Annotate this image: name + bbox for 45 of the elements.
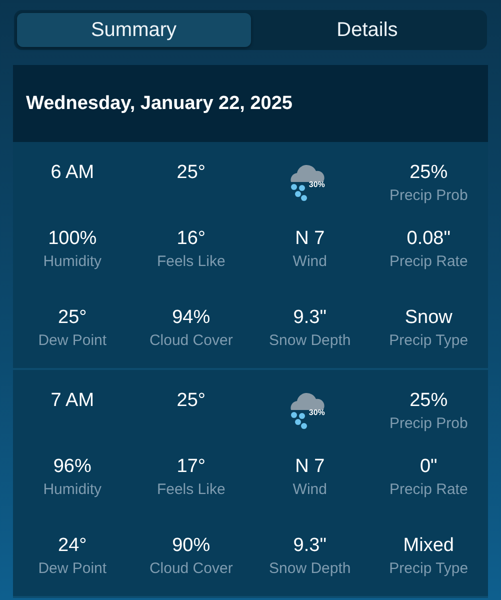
date-heading: Wednesday, January 22, 2025 bbox=[13, 65, 488, 142]
value-label: Precip Type bbox=[389, 559, 468, 579]
value-text: 9.3" bbox=[293, 307, 326, 329]
value-text: N 7 bbox=[295, 456, 325, 478]
value-text: 96% bbox=[53, 456, 92, 478]
value-label: Snow Depth bbox=[269, 331, 351, 351]
value-text: 16° bbox=[176, 228, 206, 250]
value-label: Precip Type bbox=[389, 331, 468, 351]
value-label: Wind bbox=[292, 480, 327, 500]
value-text: 90% bbox=[172, 535, 210, 557]
value-text: 0" bbox=[420, 456, 438, 478]
value-text: 100% bbox=[48, 228, 97, 250]
value-text: 25° bbox=[176, 390, 206, 412]
value-text: 94% bbox=[172, 307, 210, 329]
value-label: Humidity bbox=[43, 252, 102, 272]
value-text: 6 AM bbox=[50, 162, 94, 184]
value-label: Dew Point bbox=[38, 559, 107, 579]
value-label: Feels Like bbox=[156, 480, 226, 500]
value-label: Precip Prob bbox=[389, 414, 468, 434]
value-text: 25% bbox=[410, 162, 448, 184]
value-label: Cloud Cover bbox=[149, 559, 233, 579]
chance-text: 30% bbox=[308, 180, 325, 189]
value-text: 9.3" bbox=[293, 535, 326, 557]
value-label: Humidity bbox=[43, 480, 102, 500]
value-label: Snow Depth bbox=[269, 559, 351, 579]
chance-text: 30% bbox=[308, 408, 325, 417]
value-label: Precip Rate bbox=[389, 252, 468, 272]
value-label: Precip Rate bbox=[389, 480, 468, 500]
value-text: 25° bbox=[176, 162, 206, 184]
value-text: 0.08" bbox=[406, 228, 450, 250]
value-text: 7 AM bbox=[50, 390, 94, 412]
value-label: Precip Prob bbox=[389, 186, 468, 206]
value-label: Feels Like bbox=[156, 252, 226, 272]
value-label: Cloud Cover bbox=[149, 331, 233, 351]
value-text: Mixed bbox=[403, 535, 454, 557]
value-text: N 7 bbox=[295, 228, 325, 250]
view-tab[interactable]: Details bbox=[250, 13, 484, 47]
value-text: 25% bbox=[410, 390, 448, 412]
value-label: Dew Point bbox=[38, 331, 107, 351]
value-text: 17° bbox=[176, 456, 206, 478]
value-label: Wind bbox=[292, 252, 327, 272]
view-tab[interactable]: Summary bbox=[17, 13, 250, 47]
value-text: 24° bbox=[58, 535, 87, 557]
value-text: 25° bbox=[58, 307, 87, 329]
value-text: Snow bbox=[404, 307, 452, 329]
